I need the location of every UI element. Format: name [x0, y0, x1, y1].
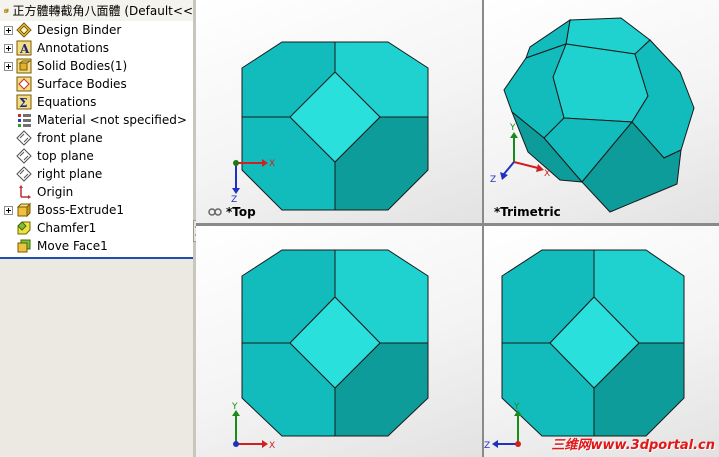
tree-item-label: front plane: [37, 131, 103, 145]
tree-item-label: Design Binder: [37, 23, 122, 37]
axis-y-label: Y: [513, 402, 520, 412]
viewport-front[interactable]: Y X: [196, 226, 482, 457]
tree-item-top-plane[interactable]: top plane: [0, 147, 193, 165]
axis-x-label: X: [269, 441, 275, 451]
viewport-top-label: *Top: [226, 205, 256, 219]
extrude-icon: [16, 202, 32, 218]
plane-icon: [16, 148, 32, 164]
expand-plus-icon[interactable]: [4, 61, 13, 71]
tree-item-right-plane[interactable]: right plane: [0, 165, 193, 183]
tree-item-label: Surface Bodies: [37, 77, 127, 91]
expand-plus-icon[interactable]: [4, 43, 13, 53]
axis-x-label: X: [544, 169, 550, 179]
tree-item-design-binder[interactable]: Design Binder: [0, 21, 193, 39]
plane-icon: [16, 166, 32, 182]
tree-item-label: Chamfer1: [37, 221, 97, 235]
tree-item-label: top plane: [37, 149, 94, 163]
axis-z-label: Z: [231, 195, 237, 205]
tree-item-annotations[interactable]: A Annotations: [0, 39, 193, 57]
tree-item-surface-bodies[interactable]: Surface Bodies: [0, 75, 193, 93]
tree-item-label: Solid Bodies(1): [37, 59, 128, 73]
plane-icon: [16, 130, 32, 146]
tree-item-origin[interactable]: Origin: [0, 183, 193, 201]
viewport-trimetric-label: *Trimetric: [494, 205, 561, 219]
axis-y-label: Y: [231, 402, 238, 412]
material-icon: [16, 112, 32, 128]
annotations-icon: A: [16, 40, 32, 56]
tree-item-move-face1[interactable]: Move Face1: [0, 237, 193, 255]
viewport-right[interactable]: Y Z 三维网www.3dportal.cn: [484, 226, 719, 457]
tree-item-label: Boss-Extrude1: [37, 203, 124, 217]
expand-plus-icon[interactable]: [4, 25, 13, 35]
tree-item-label: Origin: [37, 185, 74, 199]
solid-bodies-icon: [16, 58, 32, 74]
tree-item-label: right plane: [37, 167, 103, 181]
axis-x-label: X: [269, 159, 275, 169]
axis-y-label: Y: [509, 123, 516, 133]
tree-item-material-not-specified[interactable]: Material <not specified>: [0, 111, 193, 129]
view-triad: Y Z: [484, 402, 522, 451]
tree-header[interactable]: 正方體轉截角八面體 (Default<<: [0, 0, 193, 22]
viewport-top[interactable]: X Z *Top: [196, 0, 482, 223]
svg-text:Σ: Σ: [19, 96, 27, 110]
tree-item-label: Annotations: [37, 41, 110, 55]
feature-manager-tree: 正方體轉截角八面體 (Default<< Design Binder A Annot…: [0, 0, 193, 457]
tree-item-label: Move Face1: [37, 239, 108, 253]
design-binder-icon: [16, 22, 32, 38]
octahedron-trimetric-view: Y X Z: [490, 17, 695, 213]
tree-list: Design Binder A Annotations Solid Bodies(1)…: [0, 21, 193, 257]
tree-item-solid-bodies-1[interactable]: Solid Bodies(1): [0, 57, 193, 75]
part-title: 正方體轉截角八面體 (Default<<: [12, 4, 193, 18]
surface-bodies-icon: [16, 76, 32, 92]
tree-item-label: Equations: [37, 95, 97, 109]
svg-text:A: A: [19, 42, 30, 56]
octahedron-right-view: Y Z: [484, 249, 685, 451]
axis-z-label: Z: [484, 441, 490, 451]
watermark: 三维网www.3dportal.cn: [551, 438, 715, 453]
octahedron-top-view: X Z: [231, 41, 429, 211]
viewport-trimetric[interactable]: Y X Z *Trimetric: [484, 0, 719, 223]
expand-plus-icon[interactable]: [4, 205, 13, 215]
tree-item-label: Material <not specified>: [37, 113, 187, 127]
chamfer-icon: [16, 220, 32, 236]
part-icon: [4, 8, 9, 13]
graphics-area: X Z *Top Y X Z *Trimetric Y X Y Z 三维网www…: [196, 0, 719, 457]
tree-item-equations[interactable]: Σ Equations: [0, 93, 193, 111]
tree-item-boss-extrude1[interactable]: Boss-Extrude1: [0, 201, 193, 219]
move-face-icon: [16, 238, 32, 254]
axis-z-label: Z: [490, 175, 496, 185]
octahedron-front-view: Y X: [231, 249, 429, 451]
link-views-icon[interactable]: [208, 207, 222, 217]
equations-icon: Σ: [16, 94, 32, 110]
origin-icon: [16, 184, 32, 200]
tree-item-front-plane[interactable]: front plane: [0, 129, 193, 147]
tree-empty-area: [0, 259, 193, 457]
tree-item-chamfer1[interactable]: Chamfer1: [0, 219, 193, 237]
